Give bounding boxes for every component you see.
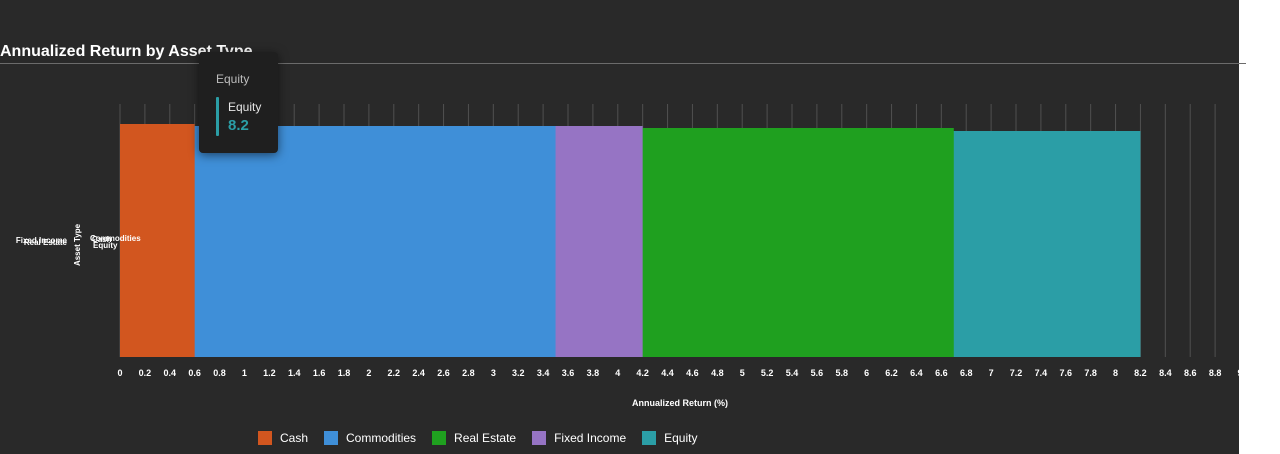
x-tick-label: 8.2 (1134, 368, 1147, 378)
x-tick-label: 4 (615, 368, 620, 378)
y-category-label: Equity (93, 241, 118, 250)
bar-chart: 0 0.2 0.4 0.6 0.8 1 1.2 1.4 1.6 1.8 2 2.2 2.4 2.6 2.8 3… (16, 104, 1239, 408)
x-tick-label: 0.6 (188, 368, 201, 378)
legend-swatch (258, 431, 272, 445)
x-tick-label: 7.8 (1084, 368, 1097, 378)
legend-item-cash[interactable]: Cash (258, 431, 308, 445)
x-tick-label: 7 (989, 368, 994, 378)
x-tick-label: 9 (1237, 368, 1239, 378)
legend-label: Commodities (346, 431, 417, 445)
x-tick-label: 0.2 (139, 368, 152, 378)
x-tick-label: 0.8 (213, 368, 226, 378)
x-tick-label: 0.4 (164, 368, 177, 378)
legend-item-real-estate[interactable]: Real Estate (432, 431, 516, 445)
x-tick-label: 8.8 (1209, 368, 1222, 378)
tooltip-series-label: Equity (228, 100, 262, 114)
x-tick-label: 6.8 (960, 368, 973, 378)
x-tick-label: 4.6 (686, 368, 699, 378)
x-tick-label: 1.8 (338, 368, 351, 378)
x-tick-label: 2 (366, 368, 371, 378)
x-tick-label: 8.4 (1159, 368, 1172, 378)
x-tick-label: 2.6 (437, 368, 450, 378)
x-tick-label: 3.6 (562, 368, 575, 378)
legend-label: Cash (280, 431, 309, 445)
x-tick-label: 5.8 (836, 368, 849, 378)
x-tick-label: 4.2 (636, 368, 649, 378)
x-axis-title: Annualized Return (%) (632, 398, 728, 408)
x-tick-label: 5.2 (761, 368, 774, 378)
tooltip-color-marker (216, 97, 219, 136)
legend-item-fixed-income[interactable]: Fixed Income (532, 431, 626, 445)
x-tick-label: 6.2 (885, 368, 898, 378)
x-tick-label: 2.8 (462, 368, 475, 378)
legend-swatch (642, 431, 657, 445)
tooltip-header: Equity (216, 72, 250, 86)
y-category-label: Real Estate (24, 238, 68, 247)
x-tick-label: 1 (242, 368, 247, 378)
x-tick-label: 7.4 (1035, 368, 1048, 378)
legend-label: Fixed Income (554, 431, 627, 445)
x-tick-label: 3.8 (587, 368, 600, 378)
x-tick-label: 8 (1113, 368, 1118, 378)
x-tick-label: 1.6 (313, 368, 326, 378)
tooltip: Equity Equity 8.2 (199, 52, 278, 153)
y-axis-title: Asset Type (73, 223, 82, 266)
x-tick-label: 4.4 (661, 368, 674, 378)
x-tick-label: 8.6 (1184, 368, 1197, 378)
x-tick-label: 2.2 (388, 368, 401, 378)
x-tick-label: 7.6 (1060, 368, 1073, 378)
x-tick-label: 0 (117, 368, 122, 378)
legend-swatch (532, 431, 547, 445)
x-tick-label: 5 (740, 368, 745, 378)
x-tick-label: 3.2 (512, 368, 525, 378)
x-tick-label: 5.6 (811, 368, 824, 378)
legend-label: Equity (664, 431, 698, 445)
legend-swatch (324, 431, 339, 445)
x-tick-label: 3.4 (537, 368, 550, 378)
x-tick-label: 7.2 (1010, 368, 1023, 378)
x-tick-label: 4.8 (711, 368, 724, 378)
legend-swatch (432, 431, 447, 445)
x-tick-label: 6.4 (910, 368, 923, 378)
x-tick-label: 1.2 (263, 368, 276, 378)
chart-legend: Cash Commodities Real Estate Fixed Income Eq… (258, 430, 713, 446)
x-tick-label: 6 (864, 368, 869, 378)
x-tick-label: 3 (491, 368, 496, 378)
legend-label: Real Estate (454, 431, 517, 445)
x-tick-label: 2.4 (412, 368, 425, 378)
tooltip-value: 8.2 (228, 117, 249, 134)
x-tick-label: 5.4 (786, 368, 799, 378)
legend-item-commodities[interactable]: Commodities (324, 431, 416, 445)
x-tick-label: 1.4 (288, 368, 301, 378)
x-tick-label: 6.6 (935, 368, 948, 378)
legend-item-equity[interactable]: Equity (642, 431, 697, 445)
